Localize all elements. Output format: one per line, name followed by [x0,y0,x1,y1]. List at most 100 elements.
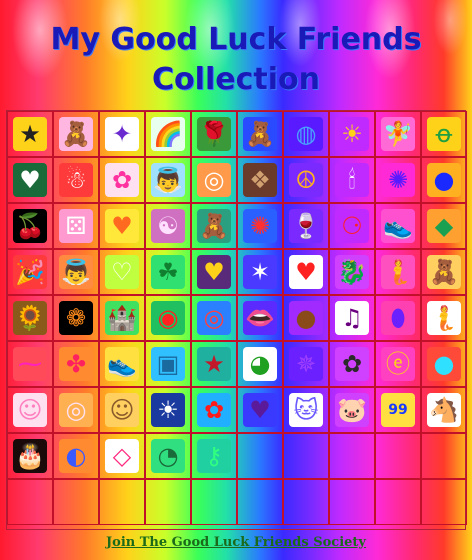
friend-cell[interactable]: 🐱 [283,387,329,433]
small-heart-icon[interactable]: ♥ [243,393,277,427]
outline-heart-icon[interactable]: ♡ [105,255,139,289]
join-society-link[interactable]: Join The Good Luck Friends Society [106,535,366,550]
wine-glass-icon[interactable]: 🍷 [289,209,323,243]
friend-cell[interactable]: 🧜 [375,249,421,295]
initial-coin-icon[interactable]: ⓔ [381,347,415,381]
friend-cell[interactable]: ❖ [237,157,283,203]
peace-sign-icon[interactable]: ☮ [289,163,323,197]
friend-cell[interactable]: 👟 [99,341,145,387]
angel-icon[interactable]: 👼 [59,255,93,289]
friend-cell[interactable]: ★ [7,111,53,157]
friend-cell[interactable]: ▣ [145,341,191,387]
friend-cell[interactable]: 👼 [145,157,191,203]
friend-cell[interactable]: ♡ [99,249,145,295]
swirl-icon[interactable]: ✺ [243,209,277,243]
purple-egg-icon[interactable]: ⬮ [381,301,415,335]
dreamcatcher-icon[interactable]: ◎ [197,163,231,197]
friend-cell[interactable]: 👟 [375,203,421,249]
compass-icon[interactable]: ✦ [105,117,139,151]
rose-icon[interactable]: 🌹 [197,117,231,151]
heart-frame-icon[interactable]: ♥ [13,163,47,197]
friend-cell[interactable]: ☺ [7,387,53,433]
teddy-bear-icon[interactable]: 🧸 [243,117,277,151]
friend-cell[interactable]: 🧸 [191,203,237,249]
friend-cell[interactable]: 🌹 [191,111,237,157]
birthday-cake-icon[interactable]: 🎂 [13,439,47,473]
friend-cell[interactable]: ♫ [329,295,375,341]
friend-cell[interactable]: ● [421,157,467,203]
cookie-icon[interactable]: ● [289,301,323,335]
number-card-icon[interactable]: 99 [381,393,415,427]
friend-cell[interactable]: 🍷 [283,203,329,249]
friend-cell[interactable]: ✤ [53,341,99,387]
lips-icon[interactable]: 👄 [243,301,277,335]
friend-cell[interactable]: ★ [191,341,237,387]
celtic-circle-icon[interactable]: ✵ [289,347,323,381]
friend-cell[interactable]: ◍ [283,111,329,157]
friend-cell[interactable]: ✿ [329,341,375,387]
pink-butterfly-icon[interactable]: ⁓ [13,347,47,381]
pink-pig-icon[interactable]: 🐷 [335,393,369,427]
friend-cell[interactable]: ⓔ [375,341,421,387]
friend-cell[interactable]: 🧚 [375,111,421,157]
gumball-machine-icon[interactable]: ⚆ [335,209,369,243]
friend-cell[interactable]: ● [283,295,329,341]
bubble-dragon-icon[interactable]: 🐉 [335,255,369,289]
star-badge-icon[interactable]: ★ [197,347,231,381]
friend-cell[interactable]: ⁓ [7,341,53,387]
yin-yang-icon[interactable]: ☯ [151,209,185,243]
sun-icon[interactable]: ☀ [335,117,369,151]
red-flower-icon[interactable]: ✿ [197,393,231,427]
cream-bear-icon[interactable]: 🧸 [427,255,461,289]
blue-sun-badge-icon[interactable]: ☀ [151,393,185,427]
cherries-icon[interactable]: 🍒 [13,209,47,243]
candle-icon[interactable]: 🕯 [335,163,369,197]
blue-orb-icon[interactable]: ● [427,163,461,197]
friend-cell[interactable]: ✿ [191,387,237,433]
baby-doll-icon[interactable]: ☺ [13,393,47,427]
fairy-icon[interactable]: 🧚 [381,117,415,151]
friend-cell[interactable]: 🐴 [421,387,467,433]
friend-cell[interactable]: ⚷ [191,433,237,479]
teal-square-icon[interactable]: ▣ [151,347,185,381]
friend-cell[interactable]: ✺ [237,203,283,249]
blue-dreamcatcher-icon[interactable]: ◎ [197,301,231,335]
mermaid-blue-icon[interactable]: 🧜 [427,301,461,335]
friend-cell[interactable]: 👼 [53,249,99,295]
friend-cell[interactable]: ✵ [283,341,329,387]
friend-cell[interactable]: ☮ [283,157,329,203]
ribbon-icon[interactable]: ꝋ [427,117,461,151]
friend-cell[interactable]: 🎂 [7,433,53,479]
orange-sunflower-icon[interactable]: ❁ [59,301,93,335]
dancing-heart-icon[interactable]: ♥ [289,255,323,289]
friend-cell[interactable]: ✿ [99,157,145,203]
friend-cell[interactable]: 🌈 [145,111,191,157]
friend-cell[interactable]: ♥ [283,249,329,295]
friend-cell[interactable]: ◇ [99,433,145,479]
mermaid-icon[interactable]: 🧜 [381,255,415,289]
music-note-icon[interactable]: ♫ [335,301,369,335]
friend-cell[interactable]: ☃ [53,157,99,203]
pink-sneaker-icon[interactable]: 👟 [105,347,139,381]
friend-cell[interactable]: 🏰 [99,295,145,341]
friend-cell[interactable]: 🌻 [7,295,53,341]
friend-cell[interactable]: ⬮ [375,295,421,341]
friend-cell[interactable]: ☀ [329,111,375,157]
friend-cell[interactable]: 🧜 [421,295,467,341]
star-medal-icon[interactable]: ★ [13,117,47,151]
friend-cell[interactable]: 🍒 [7,203,53,249]
green-gem-icon[interactable]: ◆ [427,209,461,243]
sunflowers-icon[interactable]: 🌻 [13,301,47,335]
friend-cell[interactable]: ⚆ [329,203,375,249]
red-button-icon[interactable]: ◉ [151,301,185,335]
pink-pinwheel-icon[interactable]: ✤ [59,347,93,381]
friend-cell[interactable]: ✶ [237,249,283,295]
blue-cat-icon[interactable]: 🐱 [289,393,323,427]
troll-doll-icon[interactable]: ✿ [105,163,139,197]
friend-cell[interactable]: ● [421,341,467,387]
friend-cell[interactable]: ◎ [191,295,237,341]
friend-cell[interactable]: ◉ [145,295,191,341]
friend-cell[interactable]: ♥ [237,387,283,433]
four-leaf-clover-icon[interactable]: ☘ [151,255,185,289]
friend-cell[interactable]: ◔ [145,433,191,479]
